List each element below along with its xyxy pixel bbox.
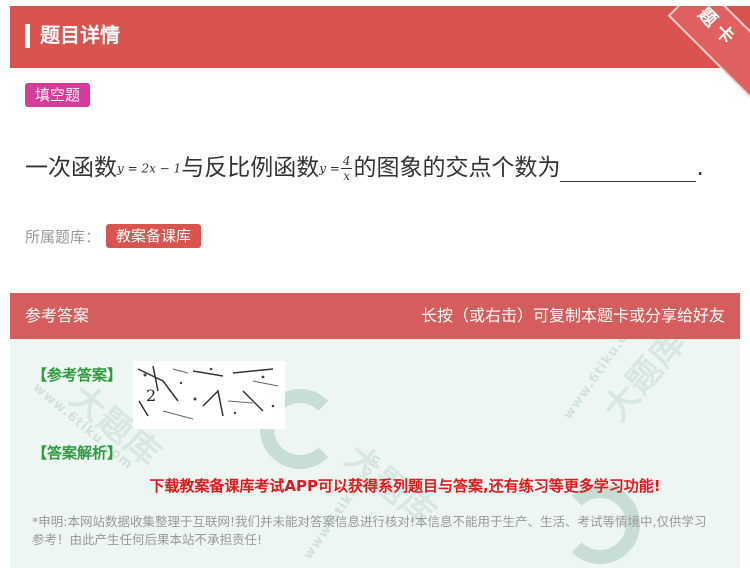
question-end-mark: . [696, 155, 704, 181]
question-text-after: 的图象的交点个数为 [353, 155, 561, 181]
question-type-tag: 填空题 [25, 83, 91, 107]
question-card-corner[interactable]: 题卡 [655, 6, 750, 101]
answer-image: 2 [133, 361, 285, 429]
inverse-function-lhs: y = [319, 161, 340, 176]
answer-image-digit: 2 [146, 386, 156, 405]
explanation-label: 【答案解析】 [32, 444, 123, 462]
copy-share-hint: 长按（或右击）可复制本题卡或分享给好友 [420, 306, 725, 325]
fraction-denominator: x [343, 169, 351, 183]
answer-section-body: www.6tiku.com www.6tiku.com www.6tiku.co… [10, 339, 740, 568]
answer-section-title: 参考答案 [25, 306, 90, 325]
answer-image-scan: 2 [137, 365, 279, 420]
page-title: 题目详情 [40, 23, 120, 47]
question-text-middle: 与反比例函数 [181, 155, 320, 181]
answer-blank [560, 151, 697, 182]
app-promo-text[interactable]: 下载教案备课库考试APP可以获得系列题目与答案,还有练习等更多学习功能! [10, 475, 740, 497]
disclaimer-text: *申明:本网站数据收集整理于互联网!我们并未能对答案信息进行核对!本信息不能用于… [32, 514, 707, 547]
linear-function-expr: y = 2x − 1 [117, 161, 182, 176]
bank-label: 所属题库： [25, 228, 101, 246]
bank-tag[interactable]: 教案备课库 [106, 224, 202, 248]
inverse-function-fraction: 4x [340, 154, 353, 183]
question-text-before: 一次函数 [25, 155, 117, 181]
answer-label: 【参考答案】 [32, 366, 123, 384]
header-accent-bar [25, 24, 30, 48]
fraction-numerator: 4 [340, 154, 353, 169]
question-text: 一次函数y = 2x − 1与反比例函数y = 4 x 的图象的交点个数为. [25, 145, 740, 192]
answer-section-header: 参考答案 长按（或右击）可复制本题卡或分享给好友 [10, 293, 740, 339]
detail-header: 题目详情 题卡 [10, 6, 750, 101]
